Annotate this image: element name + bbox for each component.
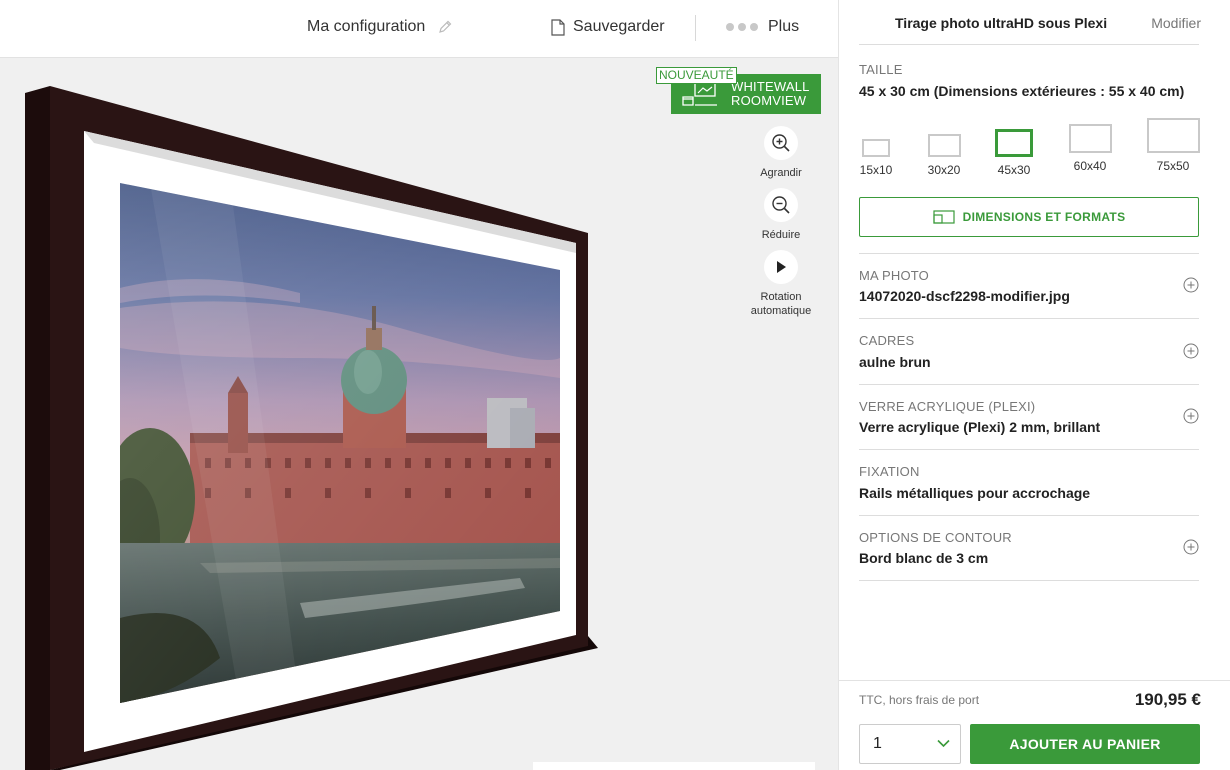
expand-photo-plus-icon[interactable] (1183, 277, 1199, 293)
zoom-out-button[interactable]: Réduire (741, 188, 821, 242)
divider (859, 384, 1199, 385)
size-option-box (1068, 124, 1112, 153)
zoom-out-icon (764, 188, 798, 222)
more-dots-icon (726, 23, 758, 31)
roomview-sofa-icon (682, 82, 717, 106)
play-icon (764, 250, 798, 284)
size-option-15x10[interactable]: 15x10 (859, 139, 893, 177)
mounting-section-value: Rails métalliques pour accrochage (859, 485, 1091, 501)
more-label: Plus (768, 18, 800, 35)
divider (859, 580, 1199, 581)
bottom-card (533, 762, 815, 770)
more-button[interactable]: Plus (726, 18, 799, 36)
chevron-down-icon (937, 739, 950, 748)
divider (859, 449, 1199, 450)
edge-section-label: OPTIONS DE CONTOUR (859, 530, 1012, 545)
top-bar: Ma configuration Sauvegarder Plus (0, 0, 838, 58)
divider (859, 515, 1199, 516)
dimensions-formats-label: DIMENSIONS ET FORMATS (962, 210, 1126, 224)
size-section-label: TAILLE (859, 62, 903, 77)
config-name-label: Ma configuration (307, 18, 426, 35)
photo-section-value: 14072020-dscf2298-modifier.jpg (859, 288, 1070, 304)
size-section-value: 45 x 30 cm (Dimensions extérieures : 55 … (859, 83, 1185, 99)
photo-section-label: MA PHOTO (859, 268, 929, 283)
size-option-label: 30x20 (927, 163, 961, 177)
frame-side (25, 86, 50, 770)
roomview-label-line2: ROOMVIEW (731, 93, 807, 108)
roomview-label: WHITEWALL ROOMVIEW (731, 80, 810, 108)
auto-rotate-label: Rotation automatique (741, 290, 821, 318)
modify-product-link[interactable]: Modifier (1151, 15, 1201, 31)
zoom-out-label: Réduire (761, 229, 801, 241)
configuration-panel: Tirage photo ultraHD sous Plexi Modifier… (838, 0, 1230, 770)
size-option-60x40[interactable]: 60x40 (1068, 124, 1112, 173)
expand-edge-plus-icon[interactable] (1183, 539, 1199, 555)
new-badge: NOUVEAUTÉ (656, 67, 737, 84)
expand-frames-plus-icon[interactable] (1183, 343, 1199, 359)
document-icon (551, 18, 565, 36)
size-option-label: 75x50 (1156, 159, 1190, 173)
glass-section-value: Verre acrylique (Plexi) 2 mm, brillant (859, 419, 1101, 435)
size-option-box (1146, 118, 1200, 153)
auto-rotate-label-line1: Rotation (760, 291, 802, 303)
product-title: Tirage photo ultraHD sous Plexi (895, 15, 1108, 31)
divider (859, 253, 1199, 254)
price: 190,95 € (1134, 690, 1201, 709)
zoom-in-label: Agrandir (760, 167, 802, 179)
add-to-cart-button[interactable]: AJOUTER AU PANIER (970, 724, 1200, 764)
size-option-30x20[interactable]: 30x20 (926, 134, 962, 177)
save-button[interactable]: Sauvegarder (551, 18, 665, 36)
framed-photo-preview (25, 86, 598, 770)
toolbar-divider (695, 15, 696, 41)
auto-rotate-label-line2: automatique (750, 305, 812, 317)
size-option-75x50[interactable]: 75x50 (1146, 118, 1200, 173)
panel-header: Tirage photo ultraHD sous Plexi Modifier (839, 0, 1230, 44)
dimensions-formats-button[interactable]: DIMENSIONS ET FORMATS (859, 197, 1199, 237)
size-option-box (995, 129, 1033, 157)
size-option-label: 60x40 (1073, 159, 1107, 173)
auto-rotate-button[interactable]: Rotation automatique (741, 250, 821, 318)
divider (859, 318, 1199, 319)
zoom-in-icon (764, 126, 798, 160)
zoom-in-button[interactable]: Agrandir (741, 126, 821, 180)
quantity-select[interactable]: 1 (859, 724, 961, 764)
roomview-label-line1: WHITEWALL (731, 79, 810, 94)
glass-section-label: VERRE ACRYLIQUE (PLEXI) (859, 399, 1036, 414)
size-option-label: 15x10 (859, 163, 893, 177)
expand-glass-plus-icon[interactable] (1183, 408, 1199, 424)
frames-section-label: CADRES (859, 333, 915, 348)
config-name-button[interactable]: Ma configuration (307, 18, 453, 36)
quantity-value: 1 (873, 735, 882, 752)
size-option-box (862, 139, 890, 157)
mounting-section-label: FIXATION (859, 464, 920, 479)
size-option-box (927, 134, 961, 157)
size-option-45x30[interactable]: 45x30 (994, 129, 1034, 177)
checkout-bar: TTC, hors frais de port 190,95 € 1 AJOUT… (839, 680, 1230, 770)
photo-image (120, 183, 560, 703)
product-preview: NOUVEAUTÉ WHITEWALL ROOMVIEW Agrandir Ré… (0, 58, 838, 770)
size-option-label: 45x30 (997, 163, 1031, 177)
save-label: Sauvegarder (573, 18, 665, 35)
pencil-icon (439, 20, 452, 33)
edge-section-value: Bord blanc de 3 cm (859, 550, 989, 566)
frames-section-value: aulne brun (859, 354, 931, 370)
dimensions-icon (933, 210, 955, 224)
tax-note: TTC, hors frais de port (859, 693, 980, 707)
divider (859, 44, 1199, 45)
